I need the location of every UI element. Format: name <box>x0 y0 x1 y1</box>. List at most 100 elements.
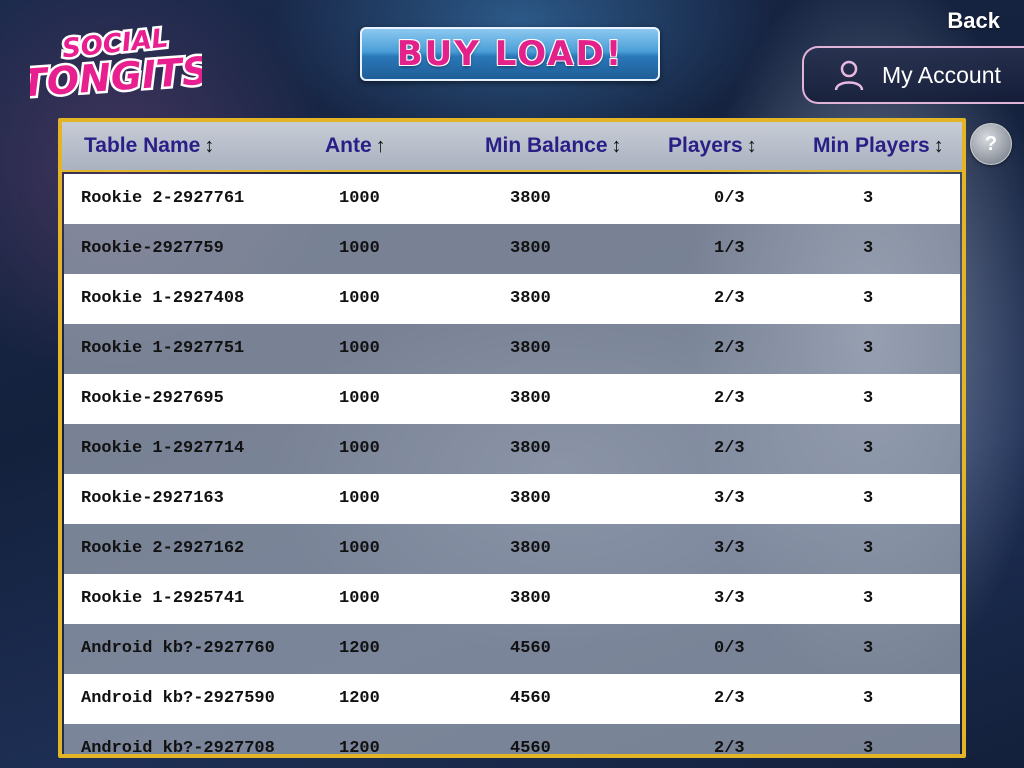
min-players-cell: 3 <box>863 239 874 258</box>
table-header: Table Name ↕ Ante ↑ Min Balance ↕ Players ↕ … <box>62 122 962 172</box>
buy-load-button[interactable]: BUY LOAD! <box>360 27 660 81</box>
table-name-cell: Rookie 2-2927761 <box>81 189 245 208</box>
table-name-cell: Rookie-2927695 <box>81 389 224 408</box>
header-table-name-label: Table Name <box>84 134 201 157</box>
min-balance-cell: 3800 <box>510 539 551 558</box>
table-name-cell: Rookie-2927759 <box>81 239 224 258</box>
min-players-cell: 3 <box>863 589 874 608</box>
min-balance-cell: 3800 <box>510 189 551 208</box>
min-players-cell: 3 <box>863 489 874 508</box>
table-row[interactable]: Rookie 1-2927408 1000 3800 2/3 3 <box>64 274 960 324</box>
table-name-cell: Rookie 1-2927751 <box>81 339 245 358</box>
players-cell: 0/3 <box>714 189 745 208</box>
ante-cell: 1000 <box>339 189 380 208</box>
help-button[interactable]: ? <box>970 123 1012 165</box>
ante-cell: 1200 <box>339 689 380 708</box>
min-balance-cell: 3800 <box>510 389 551 408</box>
header-min-balance[interactable]: Min Balance ↕ <box>485 134 622 158</box>
players-cell: 2/3 <box>714 439 745 458</box>
table-name-cell: Android kb?-2927708 <box>81 739 275 754</box>
header-min-balance-label: Min Balance <box>485 134 608 157</box>
min-players-cell: 3 <box>863 189 874 208</box>
min-balance-cell: 3800 <box>510 439 551 458</box>
min-balance-cell: 4560 <box>510 639 551 658</box>
ante-cell: 1000 <box>339 489 380 508</box>
table-row[interactable]: Rookie 1-2927751 1000 3800 2/3 3 <box>64 324 960 374</box>
sort-both-icon: ↕ <box>746 135 757 157</box>
min-players-cell: 3 <box>863 639 874 658</box>
min-balance-cell: 4560 <box>510 689 551 708</box>
header-players-label: Players <box>668 134 743 157</box>
players-cell: 0/3 <box>714 639 745 658</box>
min-players-cell: 3 <box>863 439 874 458</box>
buy-load-label: BUY LOAD! <box>396 34 624 74</box>
logo-graphic: SOCIAL TONGITS <box>17 21 213 108</box>
table-name-cell: Rookie 1-2927408 <box>81 289 245 308</box>
header-ante[interactable]: Ante ↑ <box>325 134 386 158</box>
table-name-cell: Android kb?-2927590 <box>81 689 275 708</box>
table-row[interactable]: Rookie 1-2925741 1000 3800 3/3 3 <box>64 574 960 624</box>
min-balance-cell: 3800 <box>510 239 551 258</box>
sort-ascending-icon: ↑ <box>375 135 386 157</box>
ante-cell: 1000 <box>339 589 380 608</box>
players-cell: 2/3 <box>714 289 745 308</box>
table-name-cell: Android kb?-2927760 <box>81 639 275 658</box>
table-row[interactable]: Rookie 1-2927714 1000 3800 2/3 3 <box>64 424 960 474</box>
header-table-name[interactable]: Table Name ↕ <box>84 134 214 158</box>
min-players-cell: 3 <box>863 739 874 754</box>
min-balance-cell: 3800 <box>510 289 551 308</box>
user-icon <box>834 60 864 91</box>
sort-both-icon: ↕ <box>611 135 622 157</box>
ante-cell: 1000 <box>339 389 380 408</box>
players-cell: 3/3 <box>714 589 745 608</box>
players-cell: 2/3 <box>714 389 745 408</box>
table-row[interactable]: Rookie-2927163 1000 3800 3/3 3 <box>64 474 960 524</box>
table-row[interactable]: Rookie 2-2927761 1000 3800 0/3 3 <box>64 174 960 224</box>
players-cell: 2/3 <box>714 739 745 754</box>
ante-cell: 1200 <box>339 739 380 754</box>
sort-both-icon: ↕ <box>204 135 215 157</box>
table-name-cell: Rookie 2-2927162 <box>81 539 245 558</box>
min-balance-cell: 3800 <box>510 589 551 608</box>
header-min-players-label: Min Players <box>813 134 930 157</box>
ante-cell: 1000 <box>339 539 380 558</box>
header-players[interactable]: Players ↕ <box>668 134 757 158</box>
players-cell: 2/3 <box>714 689 745 708</box>
min-players-cell: 3 <box>863 389 874 408</box>
ante-cell: 1000 <box>339 239 380 258</box>
players-cell: 3/3 <box>714 489 745 508</box>
min-players-cell: 3 <box>863 689 874 708</box>
header-ante-label: Ante <box>325 134 372 157</box>
my-account-label: My Account <box>882 61 1001 88</box>
ante-cell: 1000 <box>339 439 380 458</box>
min-balance-cell: 3800 <box>510 339 551 358</box>
table-row[interactable]: Rookie-2927759 1000 3800 1/3 3 <box>64 224 960 274</box>
header-min-players[interactable]: Min Players ↕ <box>813 134 944 158</box>
ante-cell: 1000 <box>339 339 380 358</box>
players-cell: 2/3 <box>714 339 745 358</box>
table-row[interactable]: Android kb?-2927760 1200 4560 0/3 3 <box>64 624 960 674</box>
my-account-button[interactable]: My Account <box>802 46 1024 104</box>
social-tongits-logo: SOCIAL TONGITS <box>17 21 213 108</box>
table-name-cell: Rookie-2927163 <box>81 489 224 508</box>
back-button[interactable]: Back <box>947 8 1000 34</box>
min-balance-cell: 3800 <box>510 489 551 508</box>
table-row[interactable]: Android kb?-2927590 1200 4560 2/3 3 <box>64 674 960 724</box>
sort-both-icon: ↕ <box>933 135 944 157</box>
table-rows: Rookie 2-2927761 1000 3800 0/3 3 Rookie-… <box>64 174 960 754</box>
logo-line2: TONGITS <box>30 49 202 100</box>
table-name-cell: Rookie 1-2925741 <box>81 589 245 608</box>
min-players-cell: 3 <box>863 539 874 558</box>
table-name-cell: Rookie 1-2927714 <box>81 439 245 458</box>
min-players-cell: 3 <box>863 289 874 308</box>
tables-list: Table Name ↕ Ante ↑ Min Balance ↕ Players ↕ … <box>58 118 966 758</box>
ante-cell: 1200 <box>339 639 380 658</box>
min-balance-cell: 4560 <box>510 739 551 754</box>
min-players-cell: 3 <box>863 339 874 358</box>
table-row[interactable]: Rookie-2927695 1000 3800 2/3 3 <box>64 374 960 424</box>
players-cell: 1/3 <box>714 239 745 258</box>
table-row[interactable]: Rookie 2-2927162 1000 3800 3/3 3 <box>64 524 960 574</box>
players-cell: 3/3 <box>714 539 745 558</box>
ante-cell: 1000 <box>339 289 380 308</box>
table-row[interactable]: Android kb?-2927708 1200 4560 2/3 3 <box>64 724 960 754</box>
